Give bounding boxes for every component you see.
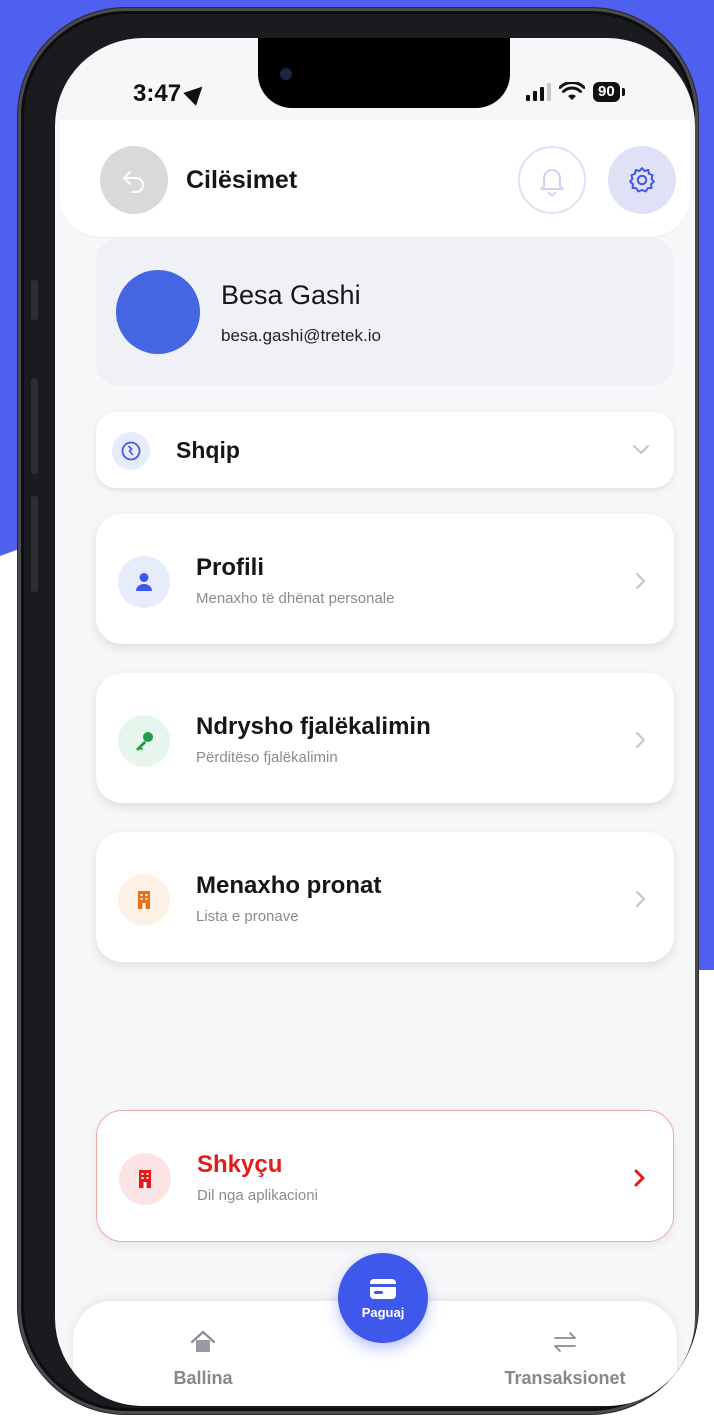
- key-icon: [136, 732, 153, 751]
- building-icon: [139, 1170, 151, 1188]
- settings-button[interactable]: [608, 146, 676, 214]
- properties-icon-wrap: [118, 874, 170, 926]
- profile-card: Besa Gashi besa.gashi@tretek.io: [96, 238, 674, 386]
- notifications-button[interactable]: [518, 146, 586, 214]
- battery-icon: [621, 88, 625, 96]
- volume-up-button: [31, 378, 38, 474]
- chevron-down-icon: [633, 445, 649, 454]
- logout-title: Shkyçu: [197, 1151, 283, 1178]
- back-button[interactable]: [100, 146, 168, 214]
- menu-item-profile[interactable]: Profili Menaxho të dhënat personale: [96, 514, 674, 644]
- building-icon: [138, 891, 150, 909]
- logout-button[interactable]: Shkyçu Dil nga aplikacioni: [96, 1110, 674, 1242]
- menu-item-subtitle: Lista e pronave: [196, 908, 299, 925]
- profile-email: besa.gashi@tretek.io: [221, 326, 381, 345]
- logout-icon-wrap: [119, 1153, 171, 1205]
- phone-frame: 3:47 90 Cilësimet Besa Gashi besa.gashi@…: [18, 8, 698, 1414]
- transfer-icon: [554, 1332, 576, 1352]
- gear-icon: [629, 167, 655, 193]
- password-icon-wrap: [118, 715, 170, 767]
- chevron-right-icon: [636, 732, 645, 748]
- globe-icon: [121, 441, 141, 461]
- battery-level: 90: [593, 82, 620, 102]
- location-icon: [183, 80, 209, 106]
- menu-item-title: Ndrysho fjalëkalimin: [196, 713, 431, 740]
- bell-icon: [540, 169, 564, 196]
- menu-item-subtitle: Menaxho të dhënat personale: [196, 590, 395, 607]
- dynamic-island: [258, 38, 510, 108]
- status-time: 3:47: [133, 80, 209, 108]
- menu-item-subtitle: Përditëso fjalëkalimin: [196, 749, 338, 766]
- volume-down-button: [31, 496, 38, 592]
- chevron-right-icon: [634, 1169, 645, 1187]
- home-icon: [190, 1330, 216, 1352]
- user-icon: [136, 573, 152, 591]
- menu-item-title: Profili: [196, 554, 265, 581]
- chevron-right-icon: [636, 573, 645, 589]
- silent-switch: [31, 280, 38, 320]
- card-icon: [370, 1278, 396, 1299]
- camera-dot: [280, 68, 292, 80]
- logout-subtitle: Dil nga aplikacioni: [197, 1187, 318, 1204]
- menu-item-title: Menaxho pronat: [196, 872, 382, 899]
- signal-icon: [526, 83, 551, 101]
- avatar: [116, 270, 200, 354]
- app-header: Cilësimet: [60, 120, 690, 238]
- nav-label-home: Ballina: [173, 1368, 233, 1388]
- nav-label-transactions: Transaksionet: [504, 1368, 626, 1388]
- profile-icon-wrap: [118, 556, 170, 608]
- back-arrow-icon: [123, 171, 144, 193]
- nav-item-transactions[interactable]: Transaksionet: [475, 1329, 655, 1389]
- status-time-text: 3:47: [133, 80, 182, 107]
- page-title: Cilësimet: [186, 166, 298, 194]
- pay-button[interactable]: Paguaj: [338, 1253, 428, 1343]
- wifi-icon: [559, 82, 585, 100]
- menu-item-manage-properties[interactable]: Menaxho pronat Lista e pronave: [96, 832, 674, 962]
- chevron-right-icon: [636, 891, 645, 907]
- status-indicators: 90: [526, 80, 625, 104]
- language-value: Shqip: [176, 437, 240, 463]
- profile-name: Besa Gashi: [221, 280, 361, 310]
- screen: 3:47 90 Cilësimet Besa Gashi besa.gashi@…: [55, 38, 695, 1406]
- pay-label: Paguaj: [361, 1304, 405, 1320]
- language-select[interactable]: Shqip: [96, 412, 674, 488]
- menu-item-change-password[interactable]: Ndrysho fjalëkalimin Përditëso fjalëkali…: [96, 673, 674, 803]
- language-icon-wrap: [112, 432, 150, 470]
- nav-item-home[interactable]: Ballina: [133, 1329, 273, 1389]
